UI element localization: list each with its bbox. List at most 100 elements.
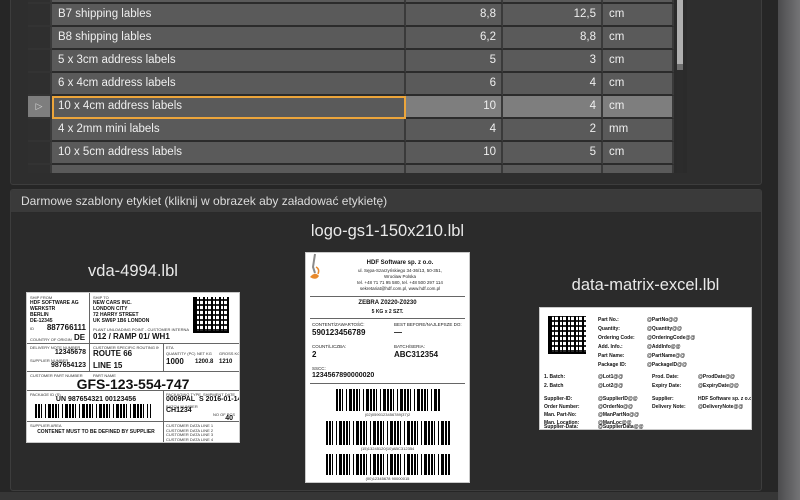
label-height-cell[interactable]: 2 <box>503 119 603 142</box>
template-preview-vda-4994[interactable]: SHIP FROM HDF SOFTWARE AG WERKSTR BERLIN… <box>26 292 240 443</box>
label-width-cell[interactable]: 6 <box>406 73 503 96</box>
gs1-address1: ul. Sępa-Szarzyńskiego 34-36/13, 50-351, <box>357 268 443 273</box>
table-row[interactable]: B8 shipping lables 6,2 8,8 cm <box>28 27 674 50</box>
label-height-cell[interactable]: 4 <box>503 96 603 119</box>
dmx-supplier-value: @ManPartNo@@ <box>598 412 640 418</box>
dmx-info-label: Part No.: <box>598 317 619 323</box>
vda-batch-value: CH1234 <box>166 407 192 414</box>
label-height-cell[interactable]: 4 <box>503 73 603 96</box>
vda-cust-line5: CUSTOMER DATA LINE 5 <box>166 441 213 442</box>
label-width-cell[interactable]: 6,2 <box>406 27 503 50</box>
label-unit-cell[interactable]: cm <box>603 27 674 50</box>
table-row-selected[interactable]: ▷ 10 x 4cm address labels 10 4 cm <box>28 96 674 119</box>
vda-net-caption: NET KG <box>197 351 212 356</box>
dmx-batch-label: 2. Batch <box>544 383 564 389</box>
vda-unloading-value: 012 / RAMP 01/ WH1 <box>93 332 170 341</box>
vda-data-matrix-code <box>193 297 229 333</box>
gs1-barcode-3 <box>326 454 451 475</box>
app-window: B7 shipping lables 8,8 12,5 cm B8 shippi… <box>0 0 800 500</box>
scrollbar-thumb[interactable] <box>677 0 683 64</box>
table-row[interactable]: 10 x 5cm address labels 10 5 cm <box>28 142 674 165</box>
dmx-supplier-value: @OrderNo@@ <box>598 404 633 410</box>
table-row[interactable]: 5 x 3cm address labels 5 3 cm <box>28 50 674 73</box>
dmx-info-label: Package ID: <box>598 362 627 368</box>
label-unit-cell[interactable]: cm <box>603 4 674 27</box>
label-name-cell-focused[interactable]: 10 x 4cm address labels <box>52 96 406 119</box>
template-preview-data-matrix-excel[interactable]: Part No.: @PartNo@@ Quantity: @Quantity@… <box>539 307 752 430</box>
label-name-cell[interactable]: 5 x 3cm address labels <box>52 50 406 73</box>
gs1-count-value: 2 <box>312 350 317 359</box>
label-unit-cell[interactable]: cm <box>603 73 674 96</box>
vda-barcode <box>35 404 151 418</box>
gs1-barcode-1 <box>336 389 441 411</box>
label-height-cell[interactable]: 12,5 <box>503 4 603 27</box>
gs1-sscc-value: 1234567890000020 <box>312 372 375 379</box>
dmx-batch-value2: @ProdDate@@ <box>698 374 735 380</box>
gs1-content-caption: CONTENT/ZAWARTOŚĆ: <box>312 322 365 327</box>
label-name-cell[interactable]: 10 x 5cm address labels <box>52 142 406 165</box>
label-width-cell[interactable]: 4 <box>406 119 503 142</box>
gs1-company: HDF Software sp. z o.o. <box>366 260 434 266</box>
label-width-cell[interactable]: 8,8 <box>406 4 503 27</box>
vda-line-value: LINE 15 <box>93 361 123 370</box>
row-selector-cell[interactable] <box>28 73 52 96</box>
table-row[interactable]: 4 x 2mm mini labels 4 2 mm <box>28 119 674 142</box>
label-name-cell[interactable]: B8 shipping lables <box>52 27 406 50</box>
vda-supplier-area-value: CONTENET MUST TO BE DEFINED BY SUPPLIER <box>37 429 155 435</box>
vda-gross-value: 1210 <box>219 359 233 365</box>
label-unit-cell[interactable]: cm <box>603 96 674 119</box>
label-name-cell[interactable]: 6 x 4cm address labels <box>52 73 406 96</box>
dmx-info-label: Quantity: <box>598 326 620 332</box>
gs1-barcode-3-text: (00)12345678 90000015 <box>365 476 410 481</box>
vda-package-value: UN 987654321 00123456 <box>55 396 137 403</box>
gs1-product: ZEBRA Z0220-Z0230 <box>358 300 417 306</box>
gs1-batch-caption: BATCH/SERIA: <box>394 344 425 349</box>
label-height-cell[interactable]: 3 <box>503 50 603 73</box>
table-row[interactable]: B7 shipping lables 8,8 12,5 cm <box>28 4 674 27</box>
vertical-scrollbar[interactable] <box>677 0 683 173</box>
templates-panel-header: Darmowe szablony etykiet (kliknij w obra… <box>11 190 761 213</box>
dmx-supplier-label2: Delivery Note: <box>652 404 686 410</box>
dmx-supplier-label: Order Number: <box>544 404 580 410</box>
gs1-batch-value: ABC312354 <box>394 350 439 359</box>
gs1-barcode-1-text: (02)0590123456789(37)2 <box>364 412 411 417</box>
dmx-info-label: Part Name: <box>598 353 625 359</box>
dmx-info-value: @OrderingCode@@ <box>647 335 696 341</box>
gs1-qty: 5 KG x 2 SZT. <box>371 309 404 315</box>
dmx-supplier-label: Man. Part-No: <box>544 412 577 418</box>
dmx-supplier-label: Supplier-Data: <box>544 424 579 430</box>
dmx-supplier-value: @SupplierID@@ <box>598 396 638 402</box>
row-selector-cell[interactable] <box>28 119 52 142</box>
dmx-info-value: @PartName@@ <box>647 353 685 359</box>
gs1-barcode-2-text: (15)13245120(10)ABC312354 <box>360 446 415 451</box>
row-selector-cell[interactable]: ▷ <box>28 96 52 119</box>
template-title-vda: vda-4994.lbl <box>88 262 178 280</box>
gs1-content-value: 590123456789 <box>312 328 366 337</box>
label-height-cell[interactable]: 8,8 <box>503 27 603 50</box>
label-unit-cell[interactable]: mm <box>603 119 674 142</box>
label-name-cell[interactable]: 4 x 2mm mini labels <box>52 119 406 142</box>
gs1-best-before-caption: BEST BEFORE/NAJLEPSZE DO: <box>394 322 462 327</box>
dmx-batch-value: @Lot1@@ <box>598 374 624 380</box>
dmx-supplier-value: @SupplierData@@ <box>598 424 644 430</box>
vda-date-value: S 2016-01-14 <box>199 396 240 403</box>
label-width-cell[interactable]: 5 <box>406 50 503 73</box>
dmx-batch-label2: Expiry Date: <box>652 383 682 389</box>
dmx-info-value: @AddInfo@@ <box>647 344 681 350</box>
vda-qty-value: 1000 <box>166 357 184 366</box>
row-selector-cell[interactable] <box>28 50 52 73</box>
row-selector-cell[interactable] <box>28 4 52 27</box>
label-width-cell[interactable]: 10 <box>406 96 503 119</box>
table-row[interactable]: 6 x 4cm address labels 6 4 cm <box>28 73 674 96</box>
row-selector-cell[interactable] <box>28 27 52 50</box>
dmx-info-value: @PackageID@@ <box>647 362 687 368</box>
label-unit-cell[interactable]: cm <box>603 142 674 165</box>
row-selector-cell[interactable] <box>28 142 52 165</box>
label-height-cell[interactable]: 5 <box>503 142 603 165</box>
label-name-cell[interactable]: B7 shipping lables <box>52 4 406 27</box>
gs1-sscc-caption: SSCC: <box>312 366 326 371</box>
label-unit-cell[interactable]: cm <box>603 50 674 73</box>
label-width-cell[interactable]: 10 <box>406 142 503 165</box>
window-bottom-strip <box>0 492 778 500</box>
template-preview-logo-gs1[interactable]: HDF Software sp. z o.o. ul. Sępa-Szarzyń… <box>305 252 470 483</box>
